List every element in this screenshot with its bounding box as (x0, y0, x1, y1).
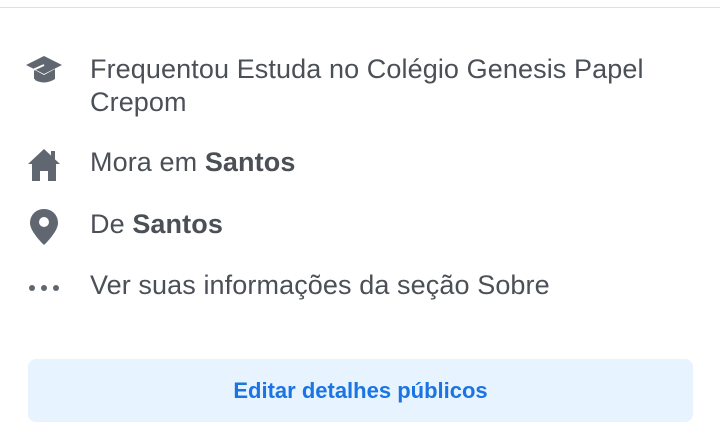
from-place-link[interactable]: Santos (132, 209, 223, 239)
home-icon (24, 145, 64, 185)
about-link[interactable]: Ver suas informações da seção Sobre (90, 269, 690, 302)
intro-education-row: Frequentou Estuda no Colégio Genesis Pap… (0, 50, 720, 120)
edit-public-details-button[interactable]: Editar detalhes públicos (28, 359, 693, 422)
intro-lives-in-row: Mora em Santos (0, 145, 720, 185)
location-pin-icon (24, 207, 64, 247)
from-text: De Santos (90, 208, 690, 241)
lives-in-prefix: Mora em (90, 147, 205, 177)
lives-in-text: Mora em Santos (90, 146, 690, 179)
from-prefix: De (90, 209, 133, 239)
intro-about-row[interactable]: Ver suas informações da seção Sobre (0, 268, 720, 308)
education-text: Frequentou Estuda no Colégio Genesis Pap… (90, 54, 644, 117)
top-divider (0, 7, 720, 8)
graduation-cap-icon (24, 50, 64, 90)
more-dots-icon (24, 268, 64, 308)
intro-from-row: De Santos (0, 207, 720, 247)
lives-in-place-link[interactable]: Santos (205, 147, 296, 177)
